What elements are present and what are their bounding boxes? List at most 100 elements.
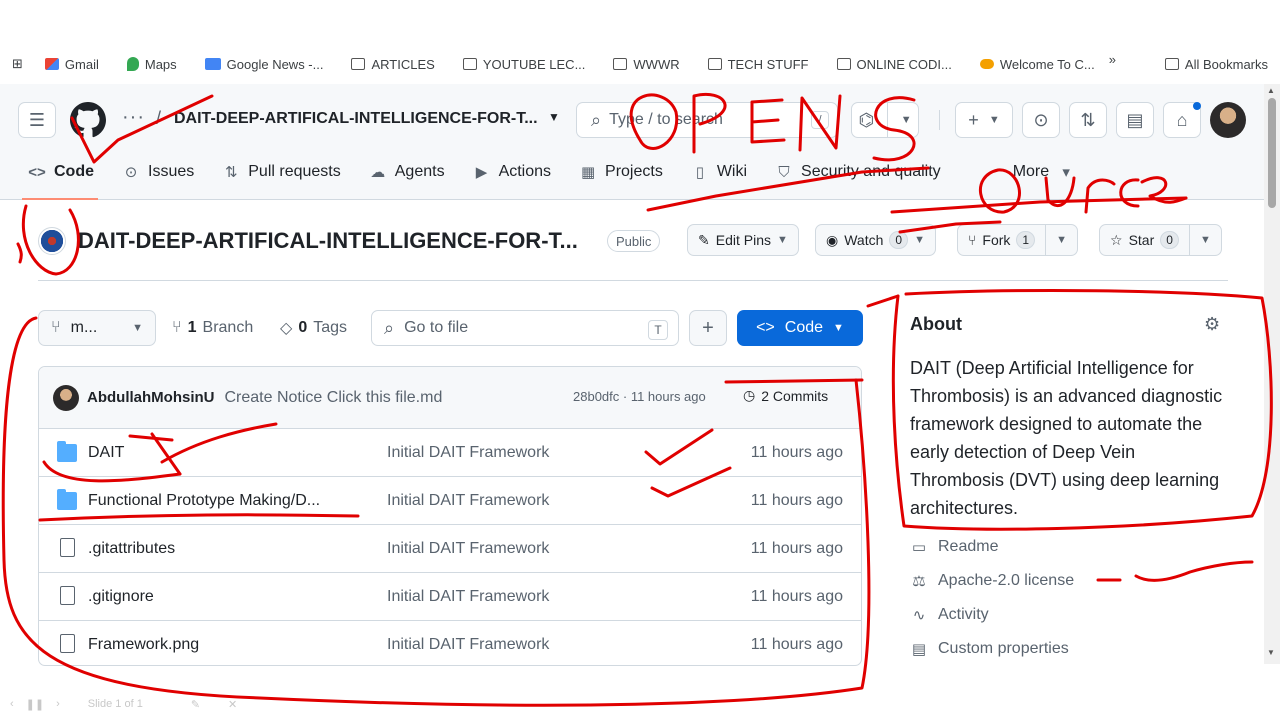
author-avatar[interactable]: [53, 384, 79, 411]
user-avatar[interactable]: [1210, 102, 1246, 138]
file-name[interactable]: .gitattributes: [88, 540, 175, 558]
table-icon: ▦: [580, 164, 596, 181]
github-logo-icon[interactable]: [70, 102, 106, 138]
watch-button[interactable]: ◉ Watch 0 ▼: [815, 224, 936, 256]
file-commit-message[interactable]: Initial DAIT Framework: [387, 540, 549, 558]
file-commit-message[interactable]: Initial DAIT Framework: [387, 636, 549, 654]
tab-security[interactable]: ⛉ Security and quality: [761, 156, 955, 188]
branch-selector-button[interactable]: ⑂ m... ▼: [38, 310, 156, 346]
tab-issues[interactable]: ⊙ Issues: [108, 156, 208, 188]
pause-icon[interactable]: ❚❚: [26, 698, 44, 711]
bookmark-tech-stuff[interactable]: TECH STUFF: [694, 57, 823, 72]
page-scrollbar[interactable]: ▲ ▼: [1264, 84, 1280, 664]
chevron-down-icon[interactable]: ▼: [548, 110, 560, 124]
custom-properties-link[interactable]: ▤ Custom properties: [910, 640, 1069, 658]
all-bookmarks-button[interactable]: All Bookmarks: [1164, 52, 1268, 76]
bookmark-maps[interactable]: Maps: [113, 57, 191, 72]
pen-icon[interactable]: ✎: [191, 698, 200, 711]
repo-name[interactable]: DAIT-DEEP-ARTIFICAL-INTELLIGENCE-FOR-T..…: [78, 228, 578, 254]
pull-requests-button[interactable]: ⇅: [1069, 102, 1107, 138]
add-file-button[interactable]: +: [689, 310, 727, 346]
header-top-row: ☰ ··· / DAIT-DEEP-ARTIFICAL-INTELLIGENCE…: [0, 100, 1264, 140]
search-input[interactable]: ⌕ Type / to search /: [576, 102, 838, 138]
file-commit-message[interactable]: Initial DAIT Framework: [387, 444, 549, 462]
edit-pins-button[interactable]: ✎ Edit Pins ▼: [687, 224, 799, 256]
bookmark-online-codi[interactable]: ONLINE CODI...: [823, 57, 966, 72]
pull-request-icon: ⇅: [224, 164, 238, 181]
bookmark-articles[interactable]: ARTICLES: [337, 57, 448, 72]
table-row[interactable]: Framework.png Initial DAIT Framework 11 …: [39, 621, 861, 665]
file-icon: [60, 538, 75, 557]
breadcrumb-repo-link[interactable]: DAIT-DEEP-ARTIFICAL-INTELLIGENCE-FOR-T..…: [174, 110, 538, 128]
file-commit-message[interactable]: Initial DAIT Framework: [387, 588, 549, 606]
star-button[interactable]: ☆ Star 0: [1100, 225, 1189, 255]
table-row[interactable]: DAIT Initial DAIT Framework 11 hours ago: [39, 429, 861, 477]
triangle-down-icon: ▼: [1056, 234, 1067, 246]
table-row[interactable]: Functional Prototype Making/D... Initial…: [39, 477, 861, 525]
file-name[interactable]: .gitignore: [88, 588, 154, 606]
tab-projects[interactable]: ▦ Projects: [565, 156, 677, 188]
copilot-button[interactable]: ⌬ ▼: [851, 102, 919, 138]
triangle-down-icon: ▼: [833, 322, 844, 334]
bookmark-welcome[interactable]: Welcome To C...: [966, 57, 1109, 72]
apps-icon[interactable]: ⊞: [0, 56, 31, 72]
tab-wiki[interactable]: ▯ Wiki: [677, 156, 761, 188]
github-header: ☰ ··· / DAIT-DEEP-ARTIFICAL-INTELLIGENCE…: [0, 84, 1264, 200]
file-time: 11 hours ago: [750, 540, 843, 557]
star-icon: ☆: [1110, 231, 1123, 248]
branches-link[interactable]: ⑂ 1 Branch: [172, 310, 253, 346]
bookmark-wwwr[interactable]: WWWR: [599, 57, 693, 72]
activity-link[interactable]: ∿ Activity: [910, 606, 989, 624]
repo-owner-avatar[interactable]: [38, 227, 66, 255]
file-commit-message[interactable]: Initial DAIT Framework: [387, 492, 549, 510]
bookmark-youtube-lec[interactable]: YOUTUBE LEC...: [449, 57, 600, 72]
tab-more[interactable]: More ▾: [999, 156, 1089, 188]
file-name[interactable]: Functional Prototype Making/D...: [88, 492, 320, 510]
repositories-button[interactable]: ▤: [1116, 102, 1154, 138]
readme-link[interactable]: ▭ Readme: [910, 538, 999, 556]
license-link[interactable]: ⚖ Apache-2.0 license: [910, 572, 1074, 590]
copilot-icon: ⌬: [858, 109, 875, 130]
menu-button[interactable]: ☰: [18, 102, 56, 138]
commit-message[interactable]: Create Notice Click this file.md: [225, 389, 443, 407]
commit-author[interactable]: AbdullahMohsinU: [87, 389, 215, 406]
star-dropdown-button[interactable]: ▼: [1190, 225, 1221, 255]
table-row[interactable]: .gitattributes Initial DAIT Framework 11…: [39, 525, 861, 573]
scroll-up-arrow-icon[interactable]: ▲: [1267, 86, 1275, 95]
issues-button[interactable]: ⊙: [1022, 102, 1060, 138]
tab-agents[interactable]: ☁ Agents: [355, 156, 459, 188]
search-icon: ⌕: [384, 317, 395, 338]
code-button[interactable]: <> Code ▼: [737, 310, 863, 346]
commit-sha-time[interactable]: 28b0dfc · 11 hours ago: [573, 389, 706, 404]
bookmark-google-news[interactable]: Google News -...: [191, 57, 338, 72]
eye-icon: ◉: [826, 231, 839, 248]
tab-code[interactable]: <> Code: [0, 156, 108, 200]
fork-dropdown-button[interactable]: ▼: [1046, 225, 1077, 255]
tab-actions[interactable]: ▶ Actions: [459, 156, 565, 188]
annotation-license-swoosh: [1134, 560, 1254, 582]
scroll-down-arrow-icon[interactable]: ▼: [1267, 648, 1275, 657]
commits-link[interactable]: ◷ 2 Commits: [743, 387, 828, 404]
fork-button[interactable]: ⑂ Fork 1: [958, 225, 1045, 255]
folder-icon: [351, 58, 366, 70]
close-icon[interactable]: ✕: [228, 698, 237, 711]
table-row[interactable]: .gitignore Initial DAIT Framework 11 hou…: [39, 573, 861, 621]
breadcrumb-overflow-button[interactable]: ···: [122, 106, 145, 129]
next-slide-icon[interactable]: ›: [56, 698, 60, 710]
code-icon: <>: [756, 319, 775, 336]
scrollbar-thumb[interactable]: [1268, 98, 1276, 208]
note-icon: ▤: [911, 641, 927, 658]
create-new-button[interactable]: + ▼: [955, 102, 1013, 138]
file-name[interactable]: DAIT: [88, 444, 124, 462]
file-name[interactable]: Framework.png: [88, 636, 199, 654]
go-to-file-input[interactable]: ⌕ Go to file T: [371, 310, 679, 346]
bookmarks-overflow-button[interactable]: »: [1095, 52, 1130, 67]
bookmarks-bar: ⊞ Gmail Maps Google News -... ARTICLES Y…: [0, 52, 1280, 76]
tab-pull-requests[interactable]: ⇅ Pull requests: [208, 156, 355, 188]
gear-icon[interactable]: ⚙: [1204, 314, 1220, 335]
tags-link[interactable]: ◇ 0 Tags: [280, 310, 347, 346]
bookmark-gmail[interactable]: Gmail: [31, 57, 113, 72]
prev-slide-icon[interactable]: ‹: [10, 698, 14, 710]
folder-icon: [462, 58, 477, 70]
pulse-icon: ∿: [912, 607, 926, 624]
